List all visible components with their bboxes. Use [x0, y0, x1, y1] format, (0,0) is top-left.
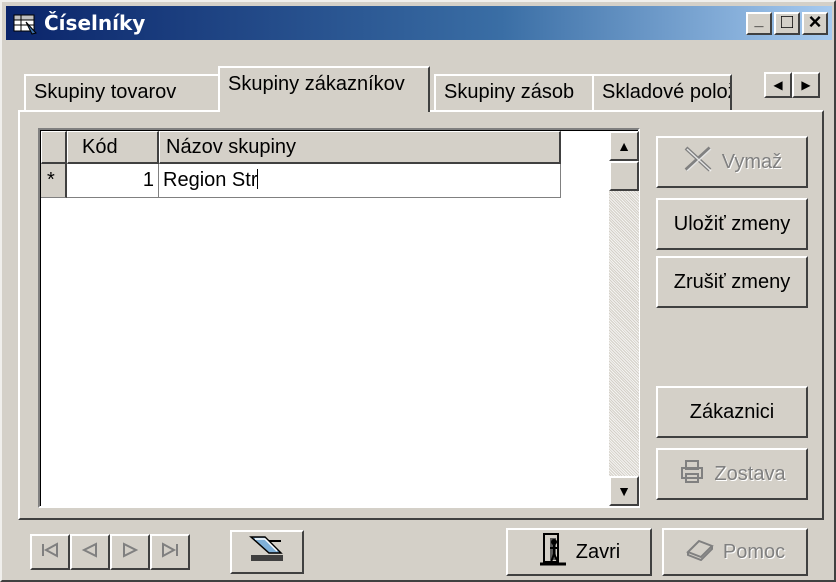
- customers-button[interactable]: Zákaznici: [656, 386, 808, 438]
- column-header-label: Názov skupiny: [166, 136, 297, 158]
- tab-scroll-left-button[interactable]: ◀: [764, 72, 792, 98]
- next-record-button[interactable]: [110, 534, 150, 570]
- button-label: Pomoc: [722, 540, 786, 563]
- arrow-right-icon: ▶: [801, 78, 811, 92]
- help-book-icon: [685, 537, 715, 567]
- maximize-button[interactable]: □: [774, 11, 800, 35]
- last-record-button[interactable]: [150, 534, 190, 570]
- new-row-icon: *: [47, 169, 55, 191]
- close-window-button[interactable]: Zavri: [506, 528, 652, 576]
- help-button[interactable]: Pomoc: [662, 528, 808, 576]
- tab-skupiny-zakaznikov[interactable]: Skupiny zákazníkov: [218, 66, 430, 112]
- window-title: Číselníky: [44, 11, 146, 35]
- previous-record-button[interactable]: [70, 534, 110, 570]
- first-record-button[interactable]: [30, 534, 70, 570]
- tab-label: Skladové položky: [602, 81, 730, 103]
- column-header-kod[interactable]: Kód: [67, 131, 159, 164]
- grid-body: Kód Názov skupiny * 1 Region Str ▲ ▼: [40, 130, 639, 506]
- close-icon: ×: [808, 9, 822, 34]
- cancel-changes-button[interactable]: Zrušiť zmeny: [656, 256, 808, 308]
- tab-skupiny-tovarov[interactable]: Skupiny tovarov: [24, 74, 220, 110]
- tab-label: Skupiny tovarov: [34, 81, 177, 103]
- minimize-button[interactable]: _: [746, 12, 772, 35]
- scroll-thumb[interactable]: [609, 161, 639, 191]
- printer-icon: [678, 458, 706, 490]
- arrow-down-icon: ▼: [617, 483, 631, 499]
- previous-record-icon: [80, 541, 100, 564]
- button-label: Vymaž: [721, 150, 783, 173]
- report-button[interactable]: Zostava: [656, 448, 808, 500]
- exit-door-icon: [538, 532, 568, 572]
- tab-label: Skupiny zákazníkov: [228, 73, 405, 95]
- minimize-icon: _: [754, 11, 764, 29]
- arrow-left-icon: ◀: [773, 78, 783, 92]
- vertical-scrollbar[interactable]: ▲ ▼: [609, 131, 639, 506]
- cell-value: Region Str: [163, 169, 258, 191]
- cell-value: 1: [142, 169, 154, 191]
- filter-tool-button[interactable]: [230, 530, 304, 574]
- arrow-up-icon: ▲: [617, 138, 631, 154]
- table-icon: [12, 11, 38, 35]
- x-icon: [682, 144, 714, 180]
- cell-kod[interactable]: 1: [67, 164, 159, 198]
- cell-nazov[interactable]: Region Str: [159, 164, 561, 198]
- button-label: Zrušiť zmeny: [673, 270, 791, 293]
- next-record-icon: [120, 541, 140, 564]
- tab-skupiny-zasob[interactable]: Skupiny zásob: [434, 74, 594, 110]
- button-label: Zákaznici: [689, 400, 775, 423]
- last-record-icon: [160, 541, 180, 564]
- button-label: Uložiť zmeny: [673, 212, 791, 235]
- title-bar[interactable]: Číselníky _ □ ×: [6, 6, 832, 40]
- column-header-label: Kód: [82, 136, 118, 158]
- maximize-icon: □: [780, 11, 794, 33]
- save-changes-button[interactable]: Uložiť zmeny: [656, 198, 808, 250]
- first-record-icon: [40, 541, 60, 564]
- row-selector-header: [41, 131, 67, 164]
- button-label: Zostava: [714, 462, 786, 485]
- data-grid[interactable]: Kód Názov skupiny * 1 Region Str ▲ ▼: [38, 128, 640, 508]
- button-label: Zavri: [575, 540, 621, 563]
- scroll-down-button[interactable]: ▼: [609, 476, 639, 506]
- tab-scroll-right-button[interactable]: ▶: [792, 72, 820, 98]
- row-indicator[interactable]: *: [41, 164, 67, 198]
- tab-label: Skupiny zásob: [444, 81, 575, 103]
- tab-skladove-polozky[interactable]: Skladové položky: [592, 74, 732, 110]
- tool-icon: [247, 533, 287, 571]
- scroll-up-button[interactable]: ▲: [609, 131, 639, 161]
- column-header-nazov[interactable]: Názov skupiny: [159, 131, 561, 164]
- delete-button[interactable]: Vymaž: [656, 136, 808, 188]
- text-caret: [256, 169, 258, 189]
- close-button[interactable]: ×: [802, 9, 828, 35]
- ciselniky-window: Číselníky _ □ × Skupiny tovarov Skupiny …: [0, 0, 836, 582]
